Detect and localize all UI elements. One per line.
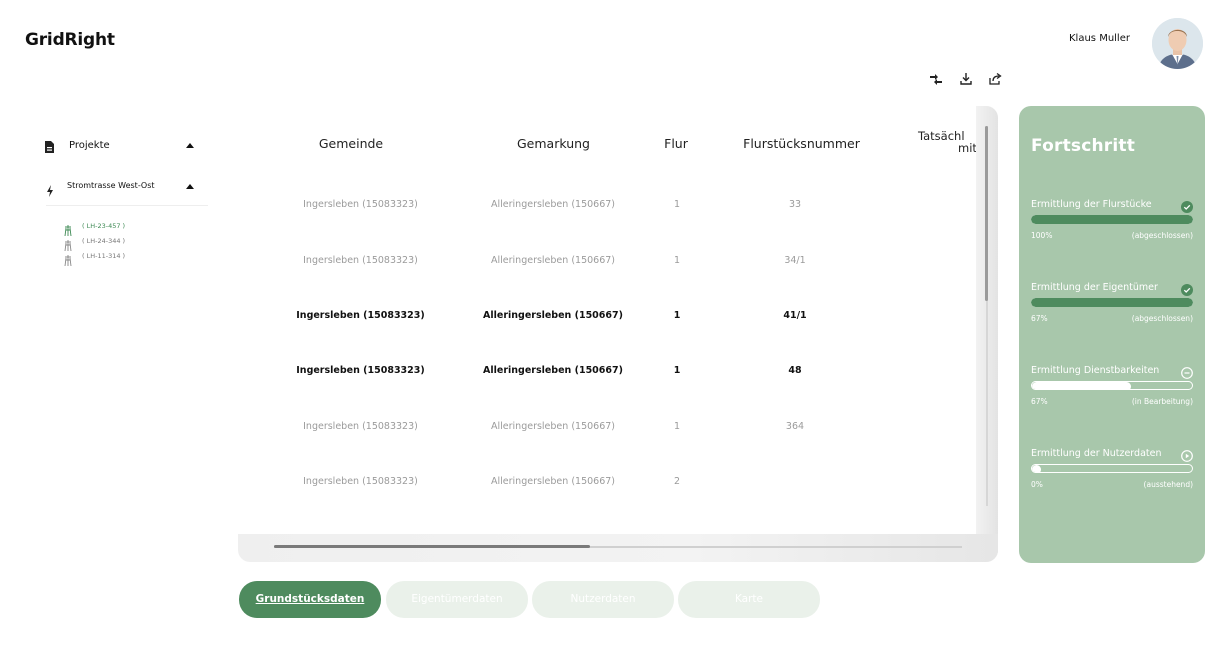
cell-gemarkung: Alleringersleben (150667) (491, 476, 615, 487)
table-row[interactable]: Ingersleben (15083323) Alleringersleben … (238, 255, 976, 277)
avatar-photo-icon (1152, 18, 1203, 69)
sidebar-subitem[interactable]: ( LH-11-314 ) (64, 251, 164, 267)
cell-flurstuecksnummer: 364 (785, 421, 805, 432)
cell-flur: 1 (673, 255, 681, 266)
caret-up-icon[interactable] (186, 143, 194, 148)
cell-flurstuecksnummer: 48 (788, 365, 802, 376)
power-tower-icon (64, 221, 72, 237)
progress-item: Ermittlung Dienstbarkeiten 67% (in Bearb… (1031, 365, 1193, 415)
sidebar-subitem[interactable]: ( LH-23-457 ) (64, 221, 164, 237)
progress-item: Ermittlung der Flurstücke 100% (abgeschl… (1031, 199, 1193, 249)
power-tower-icon (64, 236, 72, 252)
table-footer (238, 534, 998, 562)
table-row[interactable]: Ingersleben (15083323) Alleringersleben … (238, 421, 976, 443)
sidebar-subitem-label: ( LH-24-344 ) (82, 237, 126, 245)
cell-flur: 1 (673, 310, 681, 321)
column-header-gemeinde[interactable]: Gemeinde (301, 136, 401, 151)
minus-circle-icon (1181, 364, 1193, 379)
cell-flurstuecksnummer: 33 (788, 199, 802, 210)
sidebar-project-item[interactable]: Stromtrasse West-Ost (46, 180, 208, 206)
cell-gemarkung: Alleringersleben (150667) (491, 255, 615, 266)
cell-gemarkung: Alleringersleben (150667) (483, 310, 623, 321)
progress-state: (abgeschlossen) (1131, 314, 1193, 323)
parcel-table-card: Gemeinde Gemarkung Flur Flurstücksnummer… (238, 106, 998, 562)
sidebar-projects[interactable]: Projekte (44, 137, 199, 157)
progress-bar-fill (1031, 298, 1193, 307)
progress-bar (1031, 298, 1193, 307)
power-tower-icon (64, 251, 72, 267)
cell-flur: 1 (673, 199, 681, 210)
cell-gemeinde: Ingersleben (15083323) (303, 199, 418, 210)
progress-item-label: Ermittlung der Flurstücke (1031, 199, 1152, 210)
progress-item: Ermittlung der Nutzerdaten 0% (ausstehen… (1031, 448, 1193, 498)
sidebar-project-label: Stromtrasse West-Ost (67, 181, 155, 190)
column-header-gemarkung[interactable]: Gemarkung (496, 136, 611, 151)
cell-gemeinde: Ingersleben (15083323) (296, 365, 425, 376)
progress-percent: 67% (1031, 314, 1048, 323)
app-logo[interactable]: GridRight (25, 30, 115, 50)
sidebar-projects-label: Projekte (69, 140, 110, 151)
download-icon[interactable] (958, 71, 974, 87)
table-row[interactable]: Ingersleben (15083323) Alleringersleben … (238, 365, 976, 387)
sidebar-subitem-label: ( LH-11-314 ) (82, 252, 126, 260)
column-header-flurstuecksnummer[interactable]: Flurstücksnummer (734, 136, 869, 151)
tab-nutzerdaten[interactable]: Nutzerdaten (532, 581, 674, 618)
progress-state: (ausstehend) (1143, 480, 1193, 489)
cell-gemeinde: Ingersleben (15083323) (303, 476, 418, 487)
avatar[interactable] (1152, 18, 1203, 69)
progress-bar-fill (1032, 382, 1132, 389)
check-circle-icon (1181, 198, 1193, 213)
cell-gemarkung: Alleringersleben (150667) (483, 365, 623, 376)
table-toolbar (928, 71, 1008, 87)
cell-gemeinde: Ingersleben (15083323) (303, 255, 418, 266)
progress-percent: 100% (1031, 231, 1053, 240)
cell-gemarkung: Alleringersleben (150667) (491, 421, 615, 432)
play-circle-icon (1181, 447, 1193, 462)
check-circle-icon (1181, 281, 1193, 296)
transfer-icon[interactable] (928, 71, 944, 87)
horizontal-scrollbar-thumb[interactable] (274, 545, 590, 548)
sidebar-subitem[interactable]: ( LH-24-344 ) (64, 236, 164, 252)
caret-up-icon[interactable] (186, 184, 194, 189)
progress-state: (in Bearbeitung) (1131, 397, 1193, 406)
progress-item: Ermittlung der Eigentümer 67% (abgeschlo… (1031, 282, 1193, 332)
table-row[interactable]: Ingersleben (15083323) Alleringersleben … (238, 310, 976, 332)
cell-flur: 1 (673, 421, 681, 432)
cell-flur: 2 (673, 476, 681, 487)
share-icon[interactable] (987, 71, 1003, 87)
column-header-flur[interactable]: Flur (656, 136, 696, 151)
progress-bar-fill (1032, 465, 1041, 472)
table-row[interactable]: Ingersleben (15083323) Alleringersleben … (238, 199, 976, 221)
cell-flurstuecksnummer: 41/1 (783, 310, 807, 321)
parcel-table: Gemeinde Gemarkung Flur Flurstücksnummer… (238, 106, 976, 534)
progress-item-label: Ermittlung der Eigentümer (1031, 282, 1158, 293)
tab-grundstuecksdaten[interactable]: Grundstücksdaten (239, 581, 381, 618)
progress-title: Fortschritt (1031, 136, 1136, 156)
progress-percent: 67% (1031, 397, 1048, 406)
cell-gemeinde: Ingersleben (15083323) (296, 310, 425, 321)
sidebar-subitem-label: ( LH-23-457 ) (82, 222, 126, 230)
table-row[interactable]: Ingersleben (15083323) Alleringersleben … (238, 476, 976, 498)
column-header-line: mit (958, 141, 976, 155)
tab-eigentuemerdaten[interactable]: Eigentümerdaten (386, 581, 528, 618)
cell-flurstuecksnummer: 34/1 (784, 255, 806, 266)
user-name: Klaus Muller (1069, 33, 1130, 44)
tab-karte[interactable]: Karte (678, 581, 820, 618)
progress-state: (abgeschlossen) (1131, 231, 1193, 240)
lightning-icon (46, 182, 54, 197)
vertical-scrollbar-thumb[interactable] (985, 126, 988, 301)
progress-item-label: Ermittlung Dienstbarkeiten (1031, 365, 1160, 376)
progress-panel: Fortschritt Ermittlung der Flurstücke 10… (1019, 106, 1205, 563)
cell-gemarkung: Alleringersleben (150667) (491, 199, 615, 210)
progress-bar-fill (1031, 215, 1193, 224)
column-header-tatsaechliche-nutzung[interactable]: Tatsächl mit (918, 130, 976, 154)
progress-bar (1031, 381, 1193, 390)
progress-percent: 0% (1031, 480, 1043, 489)
progress-item-label: Ermittlung der Nutzerdaten (1031, 448, 1162, 459)
cell-gemeinde: Ingersleben (15083323) (303, 421, 418, 432)
progress-bar (1031, 464, 1193, 473)
document-icon (44, 139, 56, 153)
cell-flur: 1 (673, 365, 681, 376)
progress-bar (1031, 215, 1193, 224)
